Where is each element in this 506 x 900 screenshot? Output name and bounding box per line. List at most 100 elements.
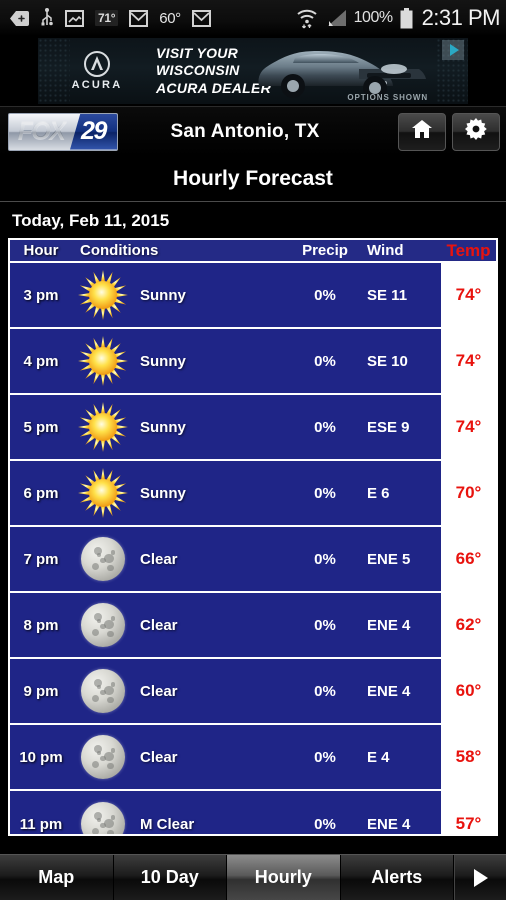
cell-temp: 57° xyxy=(441,791,496,834)
cell-weather-icon xyxy=(72,669,134,713)
tab-10-day[interactable]: 10 Day xyxy=(113,855,227,900)
cell-temp: 58° xyxy=(441,725,496,789)
cell-temp: 60° xyxy=(441,659,496,723)
acura-caliper-icon xyxy=(84,51,110,77)
cell-precip: 0% xyxy=(314,352,336,370)
column-header-temp: Temp xyxy=(441,240,496,261)
gear-icon xyxy=(465,118,487,145)
sun-icon xyxy=(78,270,128,320)
cell-temp: 66° xyxy=(441,527,496,591)
cell-conditions: Sunny xyxy=(140,352,186,370)
adchoices-icon[interactable] xyxy=(442,40,464,60)
tab-hourly[interactable]: Hourly xyxy=(227,855,341,900)
acura-logo: ACURA xyxy=(38,51,156,91)
cell-hour: 6 pm xyxy=(23,484,59,502)
cell-temp: 62° xyxy=(441,593,496,657)
cell-weather-icon xyxy=(72,401,134,453)
cell-hour: 3 pm xyxy=(23,286,59,304)
cell-wind: SE 11 xyxy=(367,286,408,304)
column-header-conditions: Conditions xyxy=(80,242,159,259)
phone-screen: 71° 60° 100% 2:31 PM ACURA VISIT YOUR WI… xyxy=(0,0,506,900)
cell-temp: 74° xyxy=(441,329,496,393)
cell-precip: 0% xyxy=(314,748,336,766)
cell-weather-icon xyxy=(72,335,134,387)
ad-disclaimer: OPTIONS SHOWN xyxy=(347,93,428,102)
battery-percent-label: 100% xyxy=(353,9,393,26)
cell-wind: ENE 4 xyxy=(367,815,411,833)
cell-wind: ENE 4 xyxy=(367,682,411,700)
home-icon xyxy=(411,119,433,144)
sun-icon xyxy=(78,336,128,386)
settings-button[interactable] xyxy=(452,112,500,151)
fox29-logo[interactable]: FOX 29 xyxy=(8,112,118,151)
table-row[interactable]: 4 pm Sunny 0% SE 10 74° xyxy=(10,329,496,395)
page-title: Hourly Forecast xyxy=(0,156,506,202)
acura-ad[interactable]: ACURA VISIT YOUR WISCONSIN ACURA DEALER xyxy=(38,38,468,104)
column-header-hour: Hour xyxy=(23,242,59,259)
cell-wind: ENE 5 xyxy=(367,550,411,568)
cell-weather-icon xyxy=(72,735,134,779)
cell-weather-icon xyxy=(72,802,134,834)
table-row[interactable]: 3 pm Sunny 0% SE 11 74° xyxy=(10,263,496,329)
app-header: FOX 29 San Antonio, TX xyxy=(0,106,506,156)
moon-icon xyxy=(81,537,125,581)
cell-wind: E 6 xyxy=(367,484,390,502)
cell-weather-icon xyxy=(72,467,134,519)
table-row[interactable]: 9 pm Clear 0% ENE 4 60° xyxy=(10,659,496,725)
forecast-date: Today, Feb 11, 2015 xyxy=(0,202,506,238)
clock-time: 2:31 PM xyxy=(421,5,501,30)
cell-hour: 7 pm xyxy=(23,550,59,568)
status-bar-right-icons: 100% 2:31 PM xyxy=(296,5,501,31)
tab-alerts[interactable]: Alerts xyxy=(340,855,454,900)
home-button[interactable] xyxy=(398,112,446,151)
cell-hour: 5 pm xyxy=(23,418,59,436)
location-label: San Antonio, TX xyxy=(170,120,320,142)
table-row[interactable]: 7 pm Clear 0% ENE 5 66° xyxy=(10,527,496,593)
column-header-wind: Wind xyxy=(367,242,404,259)
back-arrow-icon xyxy=(10,10,29,26)
cell-conditions: Sunny xyxy=(140,484,186,502)
gmail-icon-2 xyxy=(191,9,211,27)
cell-conditions: Sunny xyxy=(140,286,186,304)
more-tabs-button[interactable] xyxy=(454,855,506,900)
cell-hour: 4 pm xyxy=(23,352,59,370)
hourly-forecast-table[interactable]: Hour Conditions Precip Wind Temp 3 pm Sun… xyxy=(8,238,498,836)
table-row[interactable]: 8 pm Clear 0% ENE 4 62° xyxy=(10,593,496,659)
table-row[interactable]: 6 pm Sunny 0% E 6 70° xyxy=(10,461,496,527)
acura-wordmark: ACURA xyxy=(71,79,123,91)
table-row[interactable]: 5 pm Sunny 0% ESE 9 74° xyxy=(10,395,496,461)
cell-precip: 0% xyxy=(314,815,336,833)
table-row[interactable]: 11 pm M Clear 0% ENE 4 57° xyxy=(10,791,496,834)
battery-full-icon xyxy=(400,7,413,29)
cell-conditions: Clear xyxy=(140,748,178,766)
moon-icon xyxy=(81,603,125,647)
cell-weather-icon xyxy=(72,603,134,647)
tab-alerts-label: Alerts xyxy=(371,867,423,887)
cell-conditions: Clear xyxy=(140,682,178,700)
usb-icon xyxy=(40,8,54,28)
status-bar-left-icons: 71° 60° xyxy=(10,8,296,28)
table-body: 3 pm Sunny 0% SE 11 74° 4 pm Sunny 0% SE 10 74° 5 … xyxy=(10,263,496,834)
cell-conditions: Clear xyxy=(140,550,178,568)
cell-precip: 0% xyxy=(314,286,336,304)
sun-icon xyxy=(78,402,128,452)
cell-temp: 74° xyxy=(441,263,496,327)
play-arrow-icon xyxy=(473,868,488,887)
tab-map[interactable]: Map xyxy=(0,855,114,900)
cell-wind: ENE 4 xyxy=(367,616,411,634)
weather-temp-badge: 71° xyxy=(95,10,119,26)
ad-banner-container[interactable]: ACURA VISIT YOUR WISCONSIN ACURA DEALER xyxy=(0,36,506,106)
android-status-bar: 71° 60° 100% 2:31 PM xyxy=(0,0,506,36)
cell-hour: 9 pm xyxy=(23,682,59,700)
cell-hour: 11 pm xyxy=(19,815,63,833)
second-temp-readout: 60° xyxy=(159,9,181,27)
fox-channel-number: 29 xyxy=(70,113,117,150)
cell-precip: 0% xyxy=(314,418,336,436)
cell-signal-icon xyxy=(325,9,347,27)
cell-precip: 0% xyxy=(314,484,336,502)
cell-hour: 8 pm xyxy=(23,616,59,634)
table-row[interactable]: 10 pm Clear 0% E 4 58° xyxy=(10,725,496,791)
cell-conditions: Clear xyxy=(140,616,178,634)
cell-wind: SE 10 xyxy=(367,352,408,370)
gmail-icon xyxy=(129,9,149,27)
